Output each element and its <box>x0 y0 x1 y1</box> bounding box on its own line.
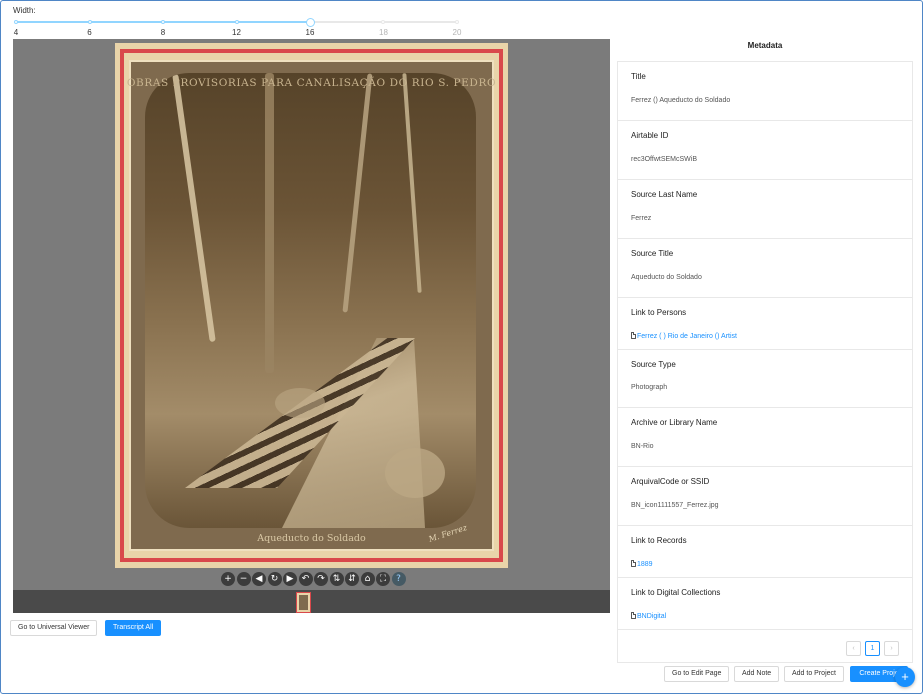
field-value: BN-Rio <box>631 443 654 450</box>
image-viewer[interactable]: OBRAS PROVISORIAS PARA CANALISAÇÃO DO RI… <box>13 39 610 613</box>
width-label: Width: <box>13 6 36 15</box>
zoom-in-icon[interactable]: + <box>221 572 235 586</box>
tree-trunk <box>402 73 422 293</box>
slider-mark[interactable]: 8 <box>161 28 165 37</box>
file-icon <box>631 332 636 339</box>
flip-icon[interactable]: ⇅ <box>329 572 344 586</box>
next-page-button[interactable]: › <box>884 641 899 656</box>
slider-dot[interactable] <box>160 20 165 24</box>
slider-mark[interactable]: 18 <box>379 28 388 37</box>
tree-trunk <box>342 73 373 313</box>
link-text[interactable]: BNDigital <box>637 613 666 620</box>
add-note-button[interactable]: Add Note <box>734 666 780 682</box>
photograph <box>145 73 476 528</box>
field-label: ArquivalCode or SSID <box>631 477 710 486</box>
add-to-project-button[interactable]: Add to Project <box>784 666 844 682</box>
field-label: Title <box>631 72 646 81</box>
slider-mark[interactable]: 4 <box>14 28 18 37</box>
field-label: Airtable ID <box>631 131 669 140</box>
field-value: Photograph <box>631 384 668 391</box>
persons-link[interactable]: Ferrez ( ) Rio de Janeiro () Artist <box>631 332 737 340</box>
photo-title: OBRAS PROVISORIAS PARA CANALISAÇÃO DO RI… <box>126 77 497 89</box>
metadata-panel: Title Ferrez () Aqueducto do Soldado Air… <box>617 61 913 663</box>
pagination: ‹ 1 › <box>846 641 899 656</box>
metadata-row: Airtable ID rec3OffwtSEMcSWiB <box>618 121 912 180</box>
next-icon[interactable]: ▶ <box>283 572 297 586</box>
rotate-icon[interactable]: ↻ <box>267 572 282 586</box>
thumbnail-strip <box>13 590 610 613</box>
slider-mark[interactable]: 12 <box>232 28 241 37</box>
file-icon <box>631 560 636 567</box>
field-label: Archive or Library Name <box>631 418 718 427</box>
viewer-toolbar: + − ◀ ↻ ▶ ↶ ↷ ⇅ ⇵ ⌂ ⛶ ? <box>221 572 406 586</box>
prev-page-button[interactable]: ‹ <box>846 641 861 656</box>
rotate-left-icon[interactable]: ↶ <box>298 572 313 586</box>
slider-mark[interactable]: 20 <box>453 28 462 37</box>
photo-mount: OBRAS PROVISORIAS PARA CANALISAÇÃO DO RI… <box>115 43 508 568</box>
field-value: BN_icon1111557_Ferrez.jpg <box>631 502 719 509</box>
link-text[interactable]: 1889 <box>637 561 653 568</box>
width-slider[interactable] <box>14 17 459 28</box>
slider-dot[interactable] <box>87 20 92 24</box>
file-icon <box>631 612 636 619</box>
slider-mark[interactable]: 16 <box>306 28 315 37</box>
slider-dot[interactable] <box>234 20 239 24</box>
metadata-heading: Metadata <box>747 41 783 50</box>
universal-viewer-button[interactable]: Go to Universal Viewer <box>10 620 98 636</box>
metadata-row: ArquivalCode or SSID BN_icon1111557_Ferr… <box>618 467 912 526</box>
field-value: rec3OffwtSEMcSWiB <box>631 156 697 163</box>
rock <box>385 448 445 498</box>
metadata-row: Title Ferrez () Aqueducto do Soldado <box>618 62 912 121</box>
zoom-out-icon[interactable]: − <box>236 572 251 586</box>
field-label: Link to Digital Collections <box>631 588 721 597</box>
metadata-row: Source Type Photograph <box>618 350 912 408</box>
metadata-row: Source Last Name Ferrez <box>618 180 912 239</box>
field-value: Ferrez () Aqueducto do Soldado <box>631 97 731 104</box>
slider-dot[interactable] <box>14 20 18 24</box>
rock <box>275 388 325 418</box>
transcript-all-button[interactable]: Transcript All <box>105 620 162 636</box>
field-label: Link to Records <box>631 536 687 545</box>
metadata-row: Link to Persons Ferrez ( ) Rio de Janeir… <box>618 298 912 350</box>
slider-dot[interactable] <box>381 20 386 24</box>
field-label: Link to Persons <box>631 308 687 317</box>
metadata-row: Archive or Library Name BN-Rio <box>618 408 912 467</box>
help-icon[interactable]: ? <box>391 572 406 586</box>
slider-handle[interactable] <box>305 17 315 27</box>
metadata-row: Source Title Aqueducto do Soldado <box>618 239 912 298</box>
slider-marks: 4 6 8 12 16 18 20 <box>14 28 462 38</box>
records-link[interactable]: 1889 <box>631 560 653 568</box>
field-label: Source Last Name <box>631 190 698 199</box>
edit-page-button[interactable]: Go to Edit Page <box>664 666 730 682</box>
field-label: Source Title <box>631 249 674 258</box>
link-text[interactable]: Ferrez ( ) Rio de Janeiro () Artist <box>637 333 737 340</box>
page-thumbnail[interactable] <box>296 592 311 613</box>
digital-collections-link[interactable]: BNDigital <box>631 612 666 620</box>
metadata-row: Link to Records 1889 <box>618 526 912 578</box>
field-label: Source Type <box>631 360 676 369</box>
fullscreen-icon[interactable]: ⛶ <box>376 572 390 586</box>
rotate-right-icon[interactable]: ↷ <box>314 572 328 586</box>
previous-icon[interactable]: ◀ <box>252 572 266 586</box>
tree-trunk <box>172 73 216 343</box>
home-icon[interactable]: ⌂ <box>360 572 375 586</box>
flip-vertical-icon[interactable]: ⇵ <box>345 572 359 586</box>
field-value: Ferrez <box>631 215 652 222</box>
metadata-row: Link to Digital Collections BNDigital <box>618 578 912 630</box>
slider-mark[interactable]: 6 <box>87 28 91 37</box>
add-fab-button[interactable]: + <box>895 667 915 687</box>
slider-dot[interactable] <box>455 20 459 24</box>
field-value: Aqueducto do Soldado <box>631 274 702 281</box>
tree-trunk <box>265 73 274 373</box>
page-1-button[interactable]: 1 <box>865 641 880 656</box>
